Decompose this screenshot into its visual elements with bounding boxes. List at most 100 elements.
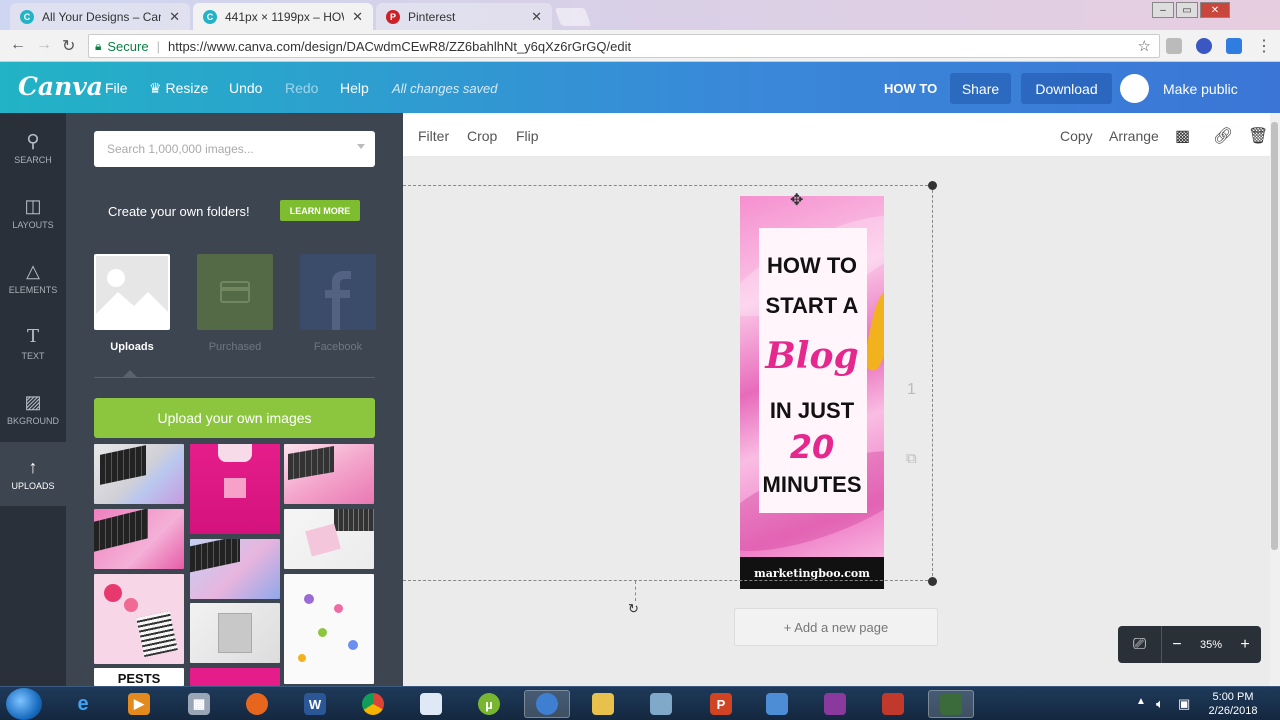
redo-button[interactable]: Redo (285, 80, 318, 96)
text-icon: T (26, 326, 39, 347)
browser-tab-all-designs[interactable]: C All Your Designs – Canva ✕ (10, 3, 190, 30)
uploaded-image-thumb[interactable] (94, 444, 184, 504)
taskbar-chrome[interactable] (350, 690, 396, 718)
taskbar-word[interactable]: W (292, 690, 338, 718)
make-public-toggle[interactable]: Make public (1120, 73, 1238, 104)
taskbar-archive[interactable] (812, 690, 858, 718)
uploaded-image-thumb[interactable] (190, 444, 280, 534)
close-icon[interactable]: ✕ (169, 9, 180, 25)
bookmark-star-icon[interactable]: ☆ (1138, 37, 1151, 55)
browser-tab-pinterest[interactable]: P Pinterest ✕ (376, 3, 552, 30)
taskbar-media[interactable]: ▶ (116, 690, 162, 718)
extension-icon[interactable] (1196, 38, 1212, 54)
source-label-facebook[interactable]: Facebook (300, 341, 376, 353)
chevron-down-icon[interactable] (357, 144, 365, 149)
taskbar-chrome-active[interactable] (524, 690, 570, 718)
canva-logo[interactable]: Canva (18, 72, 103, 101)
restore-icon[interactable]: ▭ (1176, 2, 1198, 18)
zoom-level[interactable]: 35% (1192, 639, 1230, 651)
menu-help[interactable]: Help (340, 80, 369, 96)
taskbar-calculator[interactable]: ▦ (176, 690, 222, 718)
taskbar-notepad[interactable] (408, 690, 454, 718)
duplicate-page-icon[interactable]: ⧉ (906, 450, 917, 467)
crop-button[interactable]: Crop (467, 128, 497, 144)
uploaded-image-thumb[interactable]: PESTS (94, 668, 184, 686)
new-tab-button[interactable] (554, 8, 592, 26)
close-icon[interactable]: ✕ (352, 9, 363, 25)
trash-icon[interactable]: 🗑︎ (1248, 126, 1268, 146)
arrange-button[interactable]: Arrange (1109, 128, 1159, 144)
back-icon[interactable]: ← (10, 36, 26, 54)
rotate-icon[interactable]: ↻ (628, 601, 639, 617)
sidebar-item-elements[interactable]: △ ELEMENTS (0, 246, 66, 310)
taskbar-screen[interactable] (754, 690, 800, 718)
uploaded-image-thumb[interactable] (284, 574, 374, 684)
forward-icon[interactable]: → (36, 36, 52, 54)
taskbar-utorrent[interactable]: µ (466, 690, 512, 718)
taskbar-chart-app[interactable] (870, 690, 916, 718)
volume-icon[interactable]: 🔈︎ (1156, 696, 1164, 712)
link-icon[interactable]: 🔗︎ (1213, 126, 1233, 146)
taskbar-powerpoint[interactable]: P (698, 690, 744, 718)
upload-images-button[interactable]: Upload your own images (94, 398, 375, 438)
extension-icon[interactable] (1226, 38, 1242, 54)
learn-more-button[interactable]: LEARN MORE (280, 200, 360, 221)
reload-icon[interactable]: ↻ (62, 36, 75, 56)
search-input[interactable]: Search 1,000,000 images... (94, 131, 375, 167)
filter-button[interactable]: Filter (418, 128, 449, 144)
sidebar-item-label: BKGROUND (6, 416, 59, 426)
browser-tab-design[interactable]: C 441px × 1199px – HOW ✕ (193, 3, 373, 30)
facebook-source-thumb[interactable] (300, 254, 376, 330)
flip-button[interactable]: Flip (516, 128, 539, 144)
taskbar-explorer[interactable] (580, 690, 626, 718)
browser-menu-icon[interactable]: ⋮ (1256, 36, 1272, 56)
uploaded-image-thumb[interactable] (190, 668, 280, 686)
menu-resize[interactable]: ♛ Resize (149, 80, 208, 97)
uploaded-image-thumb[interactable] (190, 603, 280, 663)
start-button[interactable] (6, 688, 42, 720)
download-button[interactable]: Download (1021, 73, 1112, 104)
menu-file[interactable]: File (105, 80, 128, 96)
sidebar-item-uploads[interactable]: ↑ UPLOADS (0, 442, 66, 506)
close-icon[interactable]: ✕ (531, 9, 542, 25)
pinterest-icon: P (386, 9, 400, 24)
undo-button[interactable]: Undo (229, 80, 262, 96)
extension-icon[interactable] (1166, 38, 1182, 54)
source-label-purchased[interactable]: Purchased (197, 341, 273, 353)
system-clock[interactable]: 5:00 PM 2/26/2018 (1198, 690, 1268, 718)
resize-handle[interactable] (928, 181, 937, 190)
monitor-icon (766, 693, 788, 715)
sidebar-item-background[interactable]: ▨ BKGROUND (0, 377, 66, 441)
zoom-in-button[interactable]: + (1230, 636, 1260, 654)
design-title[interactable]: HOW TO (884, 81, 937, 96)
uploaded-image-thumb[interactable] (284, 444, 374, 504)
copy-button[interactable]: Copy (1060, 128, 1093, 144)
purchased-source-thumb[interactable] (197, 254, 273, 330)
taskbar-recorder[interactable] (928, 690, 974, 718)
share-button[interactable]: Share (950, 73, 1011, 104)
add-page-button[interactable]: + Add a new page (734, 608, 938, 646)
minimize-icon[interactable]: – (1152, 2, 1174, 18)
uploaded-image-thumb[interactable] (94, 574, 184, 664)
uploaded-image-thumb[interactable] (94, 509, 184, 569)
sidebar-item-text[interactable]: T TEXT (0, 312, 66, 376)
resize-handle[interactable] (928, 577, 937, 586)
uploaded-image-thumb[interactable] (190, 539, 280, 599)
zoom-controls: ⎚ − 35% + (1118, 626, 1261, 663)
source-label-uploads[interactable]: Uploads (94, 341, 170, 353)
sidebar-item-layouts[interactable]: ◫ LAYOUTS (0, 181, 66, 245)
uploaded-image-thumb[interactable] (284, 509, 374, 569)
present-icon[interactable]: ⎚ (1118, 626, 1162, 663)
zoom-out-button[interactable]: − (1162, 636, 1192, 654)
taskbar-app[interactable] (638, 690, 684, 718)
tray-expand-icon[interactable]: ▲ (1136, 696, 1146, 707)
taskbar-ie[interactable]: e (60, 690, 106, 718)
uploads-source-thumb[interactable] (94, 254, 170, 330)
transparency-icon[interactable]: ▩ (1175, 126, 1190, 146)
scrollbar-thumb[interactable] (1271, 122, 1278, 550)
network-icon[interactable]: ▣ (1178, 696, 1190, 712)
window-close-icon[interactable]: ✕ (1200, 2, 1230, 18)
sidebar-item-search[interactable]: ⚲ SEARCH (0, 116, 66, 180)
url-field[interactable]: 🔒︎ Secure | https://www.canva.com/design… (88, 34, 1160, 58)
taskbar-firefox[interactable] (234, 690, 280, 718)
